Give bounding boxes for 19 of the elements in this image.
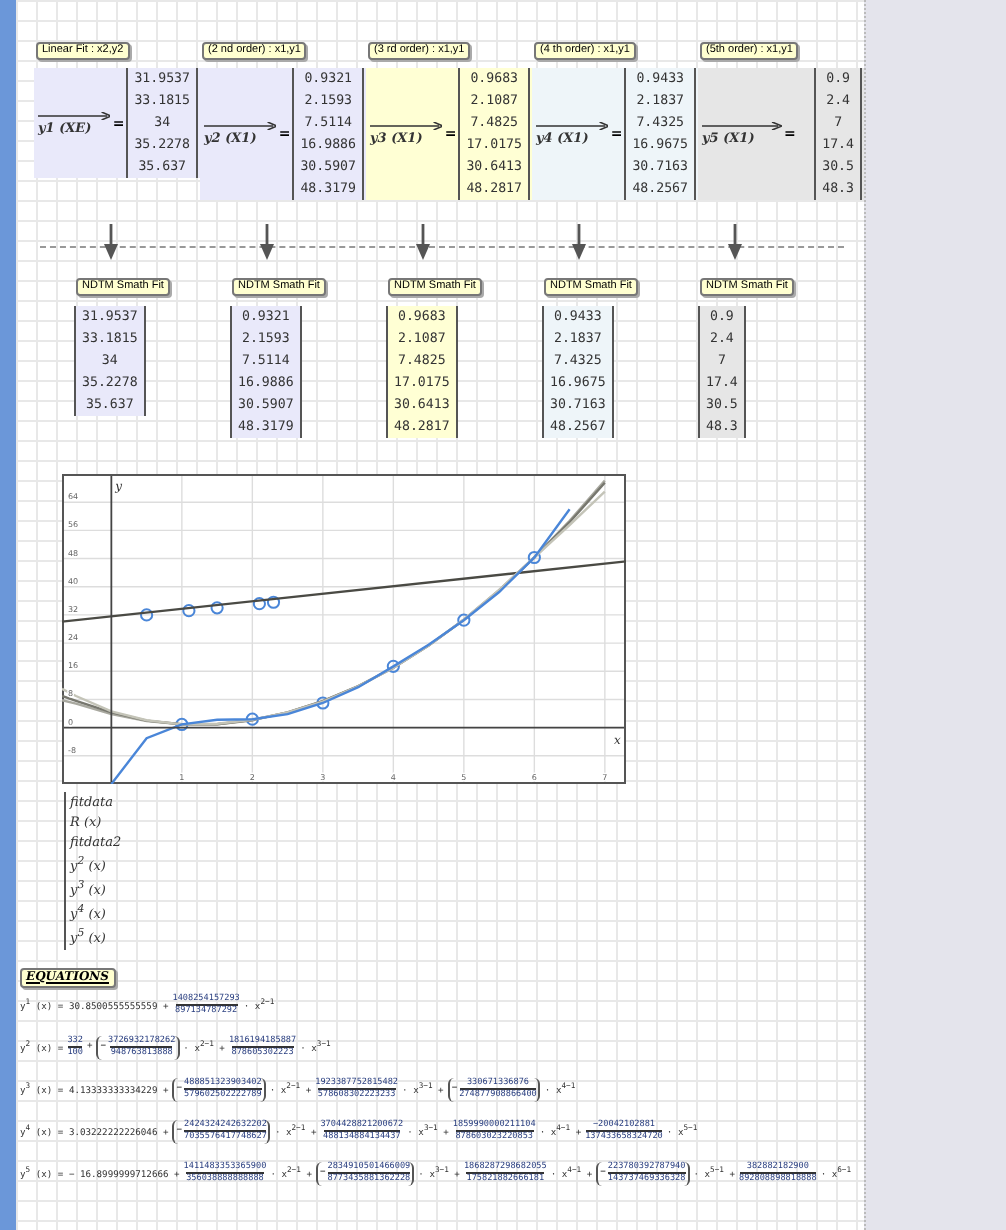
down-arrow-icon bbox=[728, 224, 742, 260]
vector-arrow-icon bbox=[536, 122, 609, 130]
data-point bbox=[316, 696, 330, 710]
data-point bbox=[210, 601, 224, 615]
down-arrow-icon bbox=[104, 224, 118, 260]
vector-arrow-icon bbox=[370, 122, 443, 130]
down-arrow-icon bbox=[416, 224, 430, 260]
vector-arrow-icon bbox=[204, 122, 277, 130]
data-point bbox=[386, 659, 400, 673]
vector-arrow-icon bbox=[38, 111, 111, 119]
down-arrow-icon bbox=[260, 224, 274, 260]
vector-arrow-icon bbox=[702, 122, 782, 130]
data-point bbox=[182, 604, 196, 618]
data-point bbox=[140, 608, 154, 622]
data-point bbox=[175, 717, 189, 732]
data-point bbox=[245, 712, 259, 726]
data-point bbox=[457, 613, 471, 627]
down-arrow-icon bbox=[572, 224, 586, 260]
data-point bbox=[527, 550, 541, 565]
